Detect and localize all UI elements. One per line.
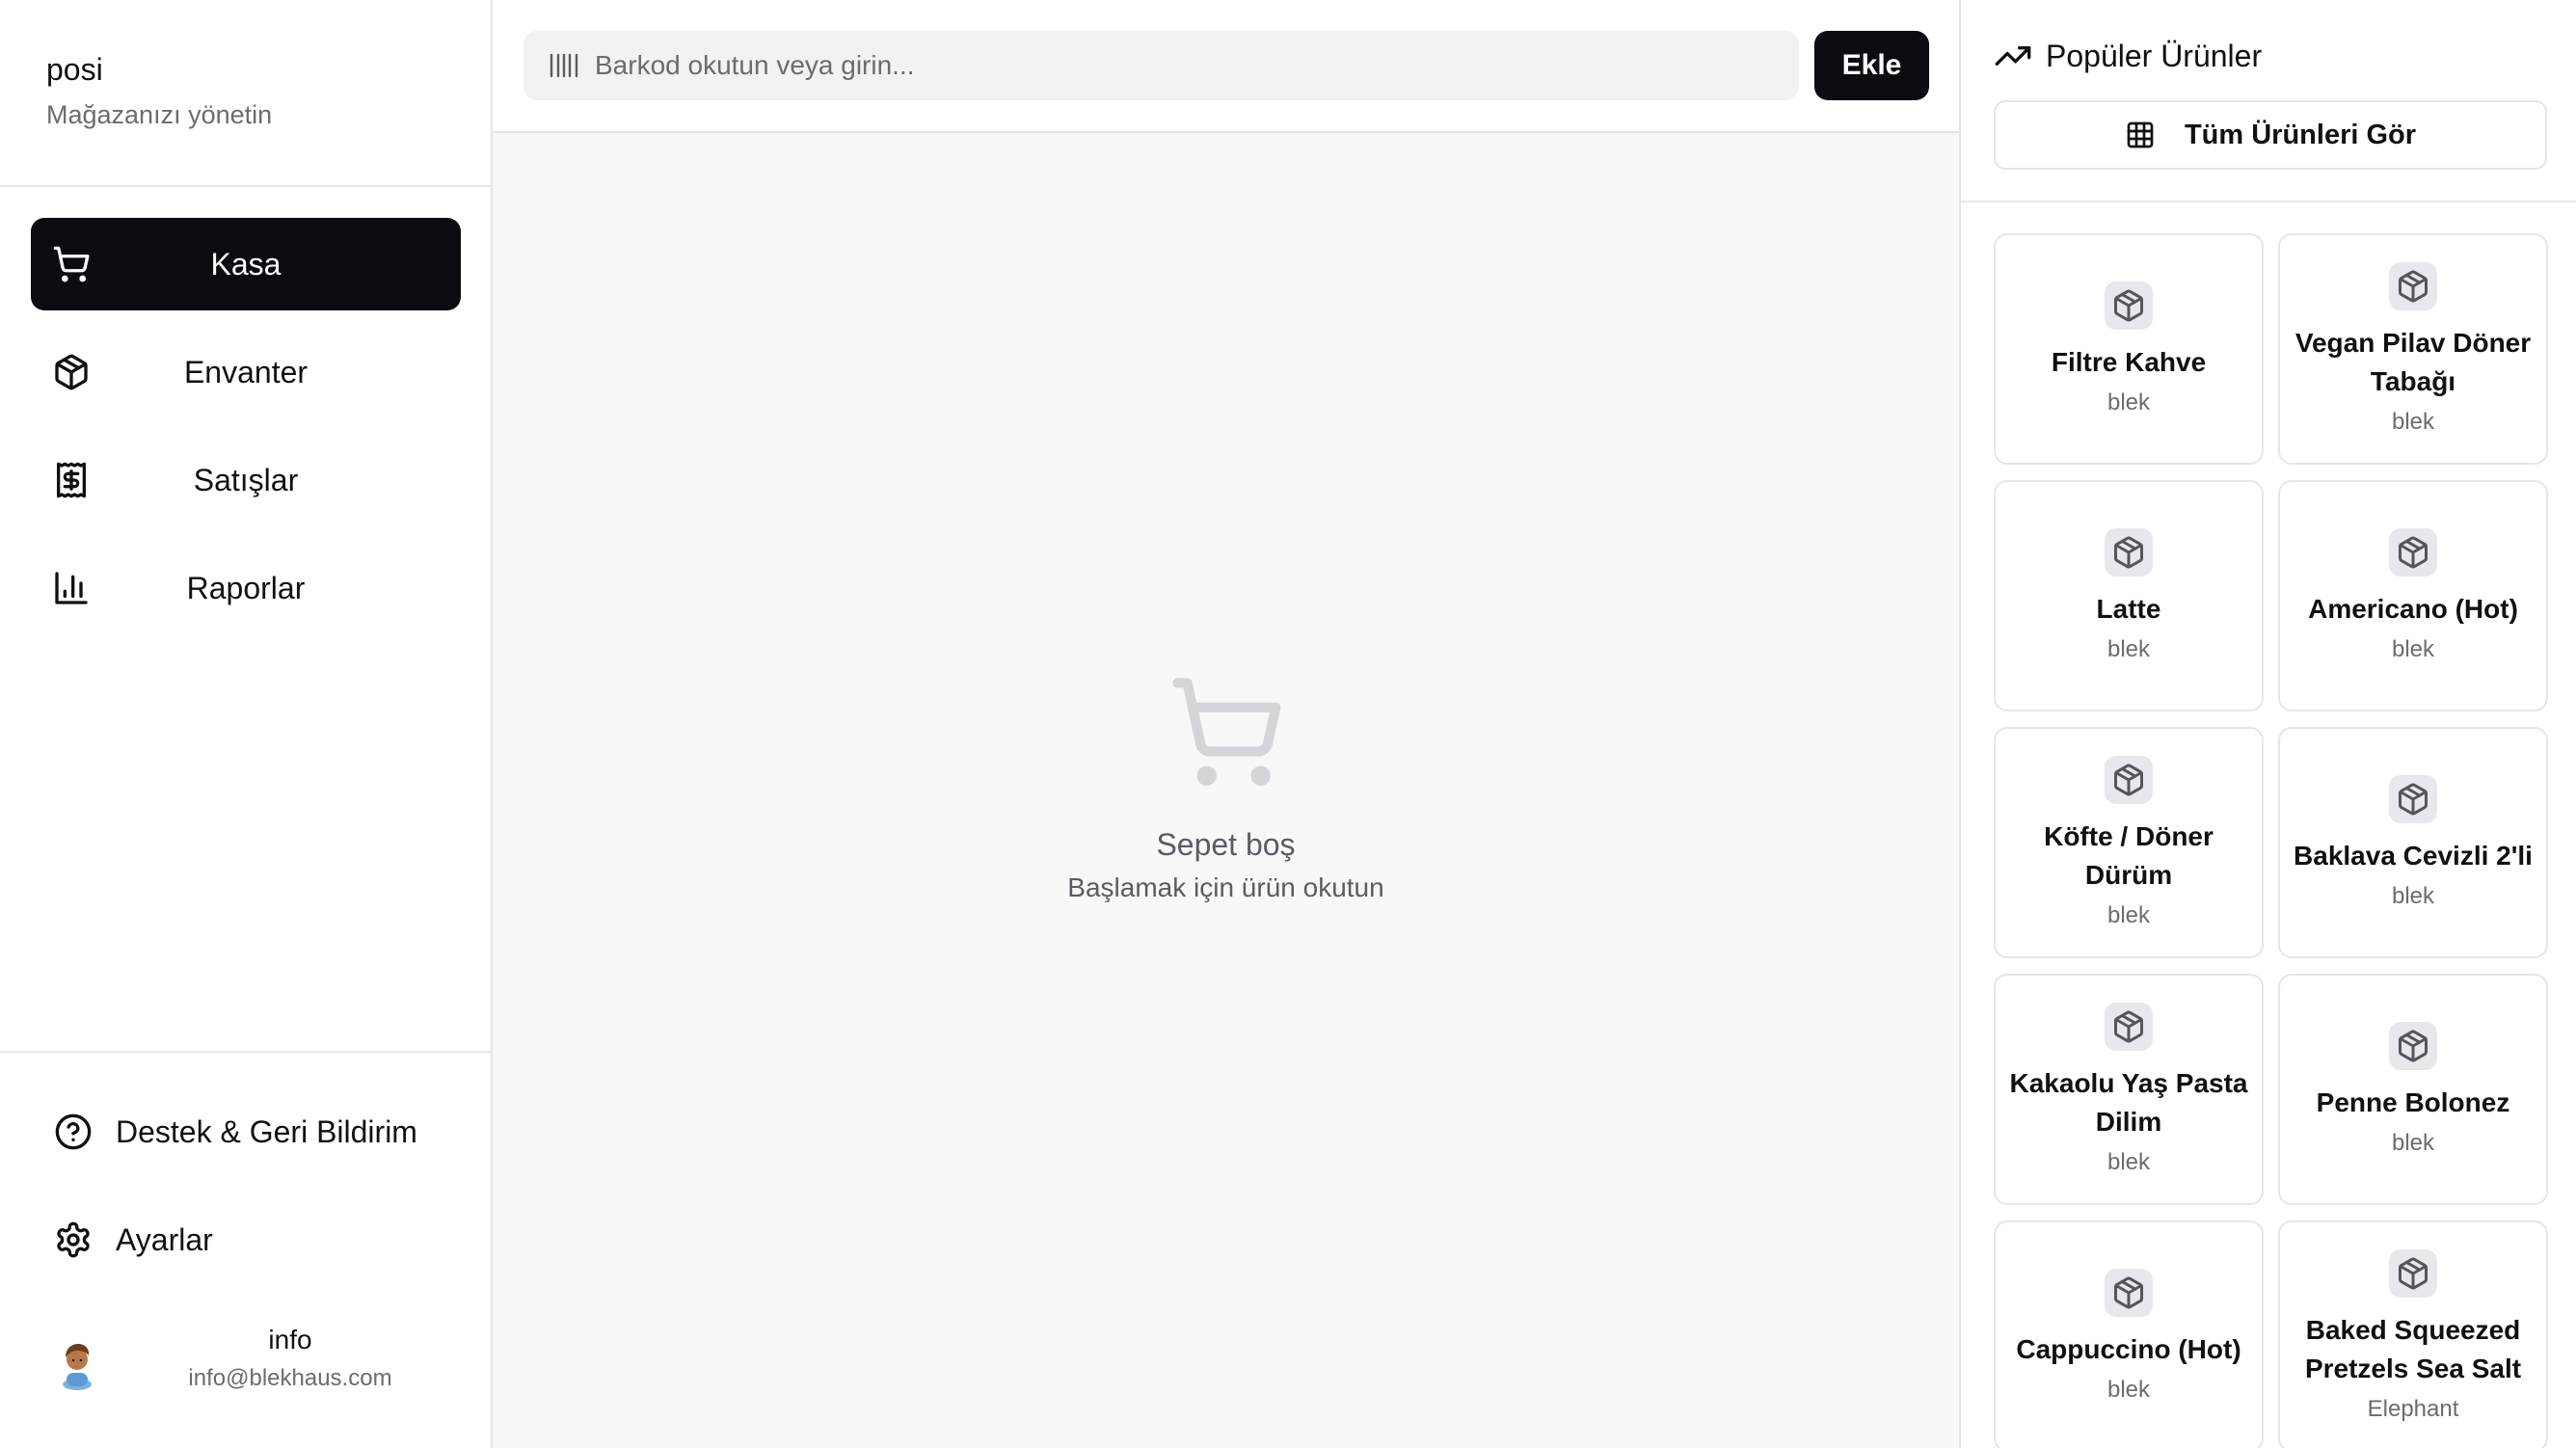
support-feedback-label: Destek & Geri Bildirim: [116, 1113, 417, 1149]
product-brand: blek: [2391, 883, 2435, 909]
product-brand: blek: [2391, 1130, 2435, 1156]
package-icon: [2105, 1003, 2153, 1051]
package-icon: [2389, 262, 2437, 310]
product-card-content: Kakaolu Yaş Pasta Dilim blek: [1996, 976, 2262, 1203]
user-name: info: [268, 1325, 312, 1354]
product-card[interactable]: Köfte / Döner Dürüm blek: [1994, 727, 2264, 958]
package-icon: [2389, 775, 2437, 823]
product-card[interactable]: Penne Bolonez blek: [2278, 974, 2548, 1205]
sidebar-item-label: Raporlar: [186, 571, 306, 605]
product-card-content: Baked Squeezed Pretzels Sea Salt Elephant: [2280, 1222, 2546, 1448]
sidebar-item-label: Kasa: [210, 247, 282, 282]
cart-icon: [1171, 678, 1280, 786]
brand: posi Mağazanızı yönetin: [46, 50, 272, 131]
package-icon: [2389, 1249, 2437, 1298]
product-card-content: Latte blek: [1996, 482, 2262, 710]
package-icon: [2105, 1269, 2153, 1317]
settings-label: Ayarlar: [116, 1221, 213, 1257]
product-name: Cappuccino (Hot): [2016, 1334, 2241, 1364]
user-email: info@blekhaus.com: [188, 1365, 392, 1391]
settings-link[interactable]: Ayarlar: [54, 1211, 213, 1269]
product-card[interactable]: Baklava Cevizli 2'li blek: [2278, 727, 2548, 958]
empty-cart-title: Sepet boş: [1156, 827, 1296, 862]
sidebar-item-envanter[interactable]: Envanter: [31, 326, 461, 418]
avatar: [63, 1344, 92, 1390]
popular-title: Popüler Ürünler: [2046, 38, 2263, 73]
package-icon: [2389, 528, 2437, 577]
package-icon: [2105, 528, 2153, 577]
add-button[interactable]: Ekle: [1814, 31, 1929, 100]
product-brand: Elephant: [2367, 1396, 2459, 1422]
product-card[interactable]: Filtre Kahve blek: [1994, 233, 2264, 465]
product-card[interactable]: Americano (Hot) blek: [2278, 480, 2548, 711]
product-card[interactable]: Baked Squeezed Pretzels Sea Salt Elephant: [2278, 1220, 2548, 1448]
view-all-products-button[interactable]: Tüm Ürünleri Gör: [1994, 100, 2547, 170]
gear-icon: [57, 1221, 90, 1258]
package-icon: [2389, 1022, 2437, 1070]
product-card[interactable]: Latte blek: [1994, 480, 2264, 711]
package-icon: [2105, 282, 2153, 330]
product-brand: blek: [2106, 1149, 2151, 1175]
product-brand: blek: [2391, 409, 2435, 435]
popular-products-panel: Popüler Ürünler Tüm Ürünleri Gör Filtre …: [1959, 0, 2576, 1448]
sidebar: posi Mağazanızı yönetin Kasa Envanter Sa…: [0, 0, 493, 1448]
product-name: Latte: [2096, 594, 2161, 624]
product-card-content: Penne Bolonez blek: [2280, 976, 2546, 1203]
product-card-content: Vegan Pilav Döner Tabağı blek: [2280, 235, 2546, 463]
user-profile[interactable]: info info@blekhaus.com: [54, 1319, 459, 1406]
brand-name: posi: [46, 52, 103, 87]
trending-up-icon: [1995, 46, 2031, 67]
barcode-icon: [550, 53, 578, 78]
popular-divider: [1961, 201, 2576, 202]
barcode-search: [523, 31, 1799, 100]
product-card-content: Cappuccino (Hot) blek: [1996, 1222, 2262, 1448]
sidebar-item-kasa[interactable]: Kasa: [31, 218, 461, 310]
product-name: Baklava Cevizli 2'li: [2294, 841, 2533, 871]
product-brand: blek: [2106, 636, 2151, 662]
empty-cart-state: Sepet boş Başlamak için ürün okutun: [493, 673, 1959, 903]
product-brand: blek: [2106, 1377, 2151, 1403]
product-name: Baked Squeezed Pretzels Sea Salt: [2304, 1315, 2522, 1383]
view-all-label: Tüm Ürünleri Gör: [2184, 119, 2417, 150]
support-feedback-link[interactable]: Destek & Geri Bildirim: [54, 1103, 417, 1161]
product-card-content: Baklava Cevizli 2'li blek: [2280, 729, 2546, 956]
sidebar-item-label: Envanter: [183, 355, 309, 389]
product-name: Filtre Kahve: [2051, 347, 2207, 377]
grid-icon: [2127, 121, 2154, 148]
product-card-content: Americano (Hot) blek: [2280, 482, 2546, 710]
brand-subtitle: Mağazanızı yönetin: [46, 100, 273, 129]
product-card[interactable]: Cappuccino (Hot) blek: [1994, 1220, 2264, 1448]
product-brand: blek: [2106, 902, 2151, 928]
sidebar-item-satislar[interactable]: Satışlar: [31, 434, 461, 526]
package-icon: [2105, 756, 2153, 804]
sidebar-item-label: Satışlar: [193, 463, 299, 497]
product-card-content: Köfte / Döner Dürüm blek: [1996, 729, 2262, 956]
sidebar-divider-top: [0, 185, 491, 187]
product-name: Vegan Pilav Döner Tabağı: [2294, 328, 2532, 396]
barcode-input[interactable]: [595, 31, 1771, 100]
popular-header: Popüler Ürünler: [1994, 35, 2262, 77]
checkout-main: Ekle Sepet boş Başlamak için ürün okutun: [493, 0, 1959, 1448]
product-card[interactable]: Kakaolu Yaş Pasta Dilim blek: [1994, 974, 2264, 1205]
product-card-content: Filtre Kahve blek: [1996, 235, 2262, 463]
product-name: Kakaolu Yaş Pasta Dilim: [2009, 1068, 2248, 1137]
barcode-bar: Ekle: [493, 0, 1959, 133]
sidebar-divider-bottom: [0, 1051, 491, 1053]
product-card[interactable]: Vegan Pilav Döner Tabağı blek: [2278, 233, 2548, 465]
product-name: Americano (Hot): [2308, 594, 2518, 624]
product-name: Penne Bolonez: [2316, 1087, 2510, 1117]
empty-cart-subtitle: Başlamak için ürün okutun: [1067, 872, 1384, 902]
product-brand: blek: [2106, 389, 2151, 416]
product-name: Köfte / Döner Dürüm: [2044, 821, 2214, 890]
sidebar-item-raporlar[interactable]: Raporlar: [31, 542, 461, 634]
product-brand: blek: [2391, 636, 2435, 662]
help-circle-icon: [55, 1113, 92, 1150]
